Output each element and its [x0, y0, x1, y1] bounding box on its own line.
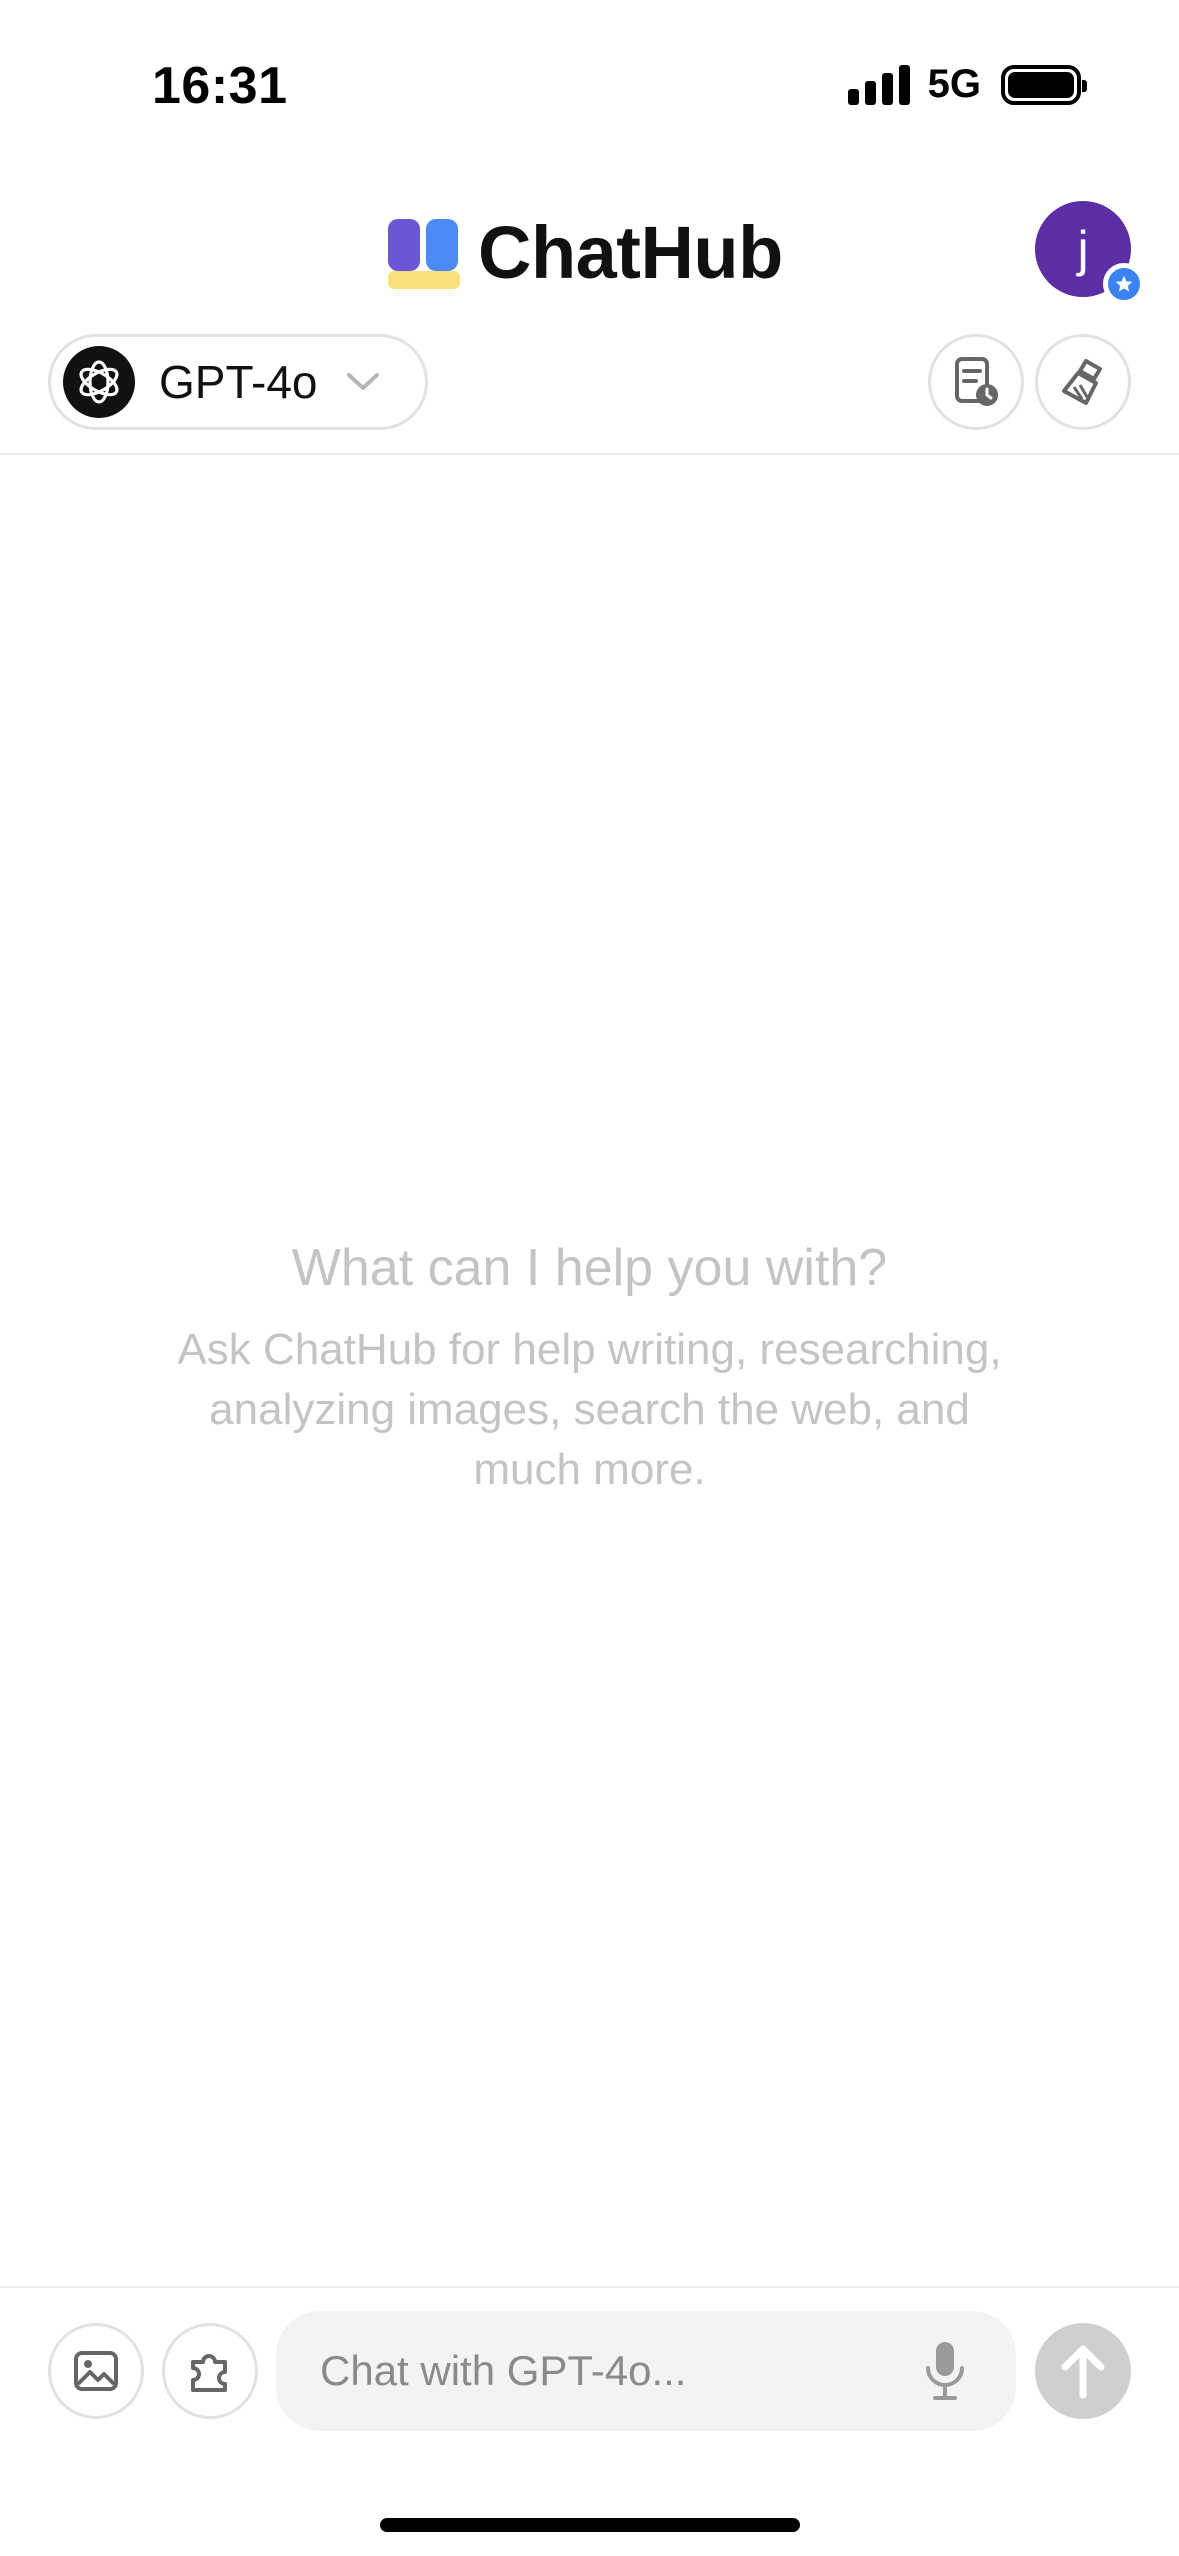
status-indicators: 5G: [847, 62, 1087, 107]
image-icon: [74, 2351, 118, 2391]
star-icon: [1103, 263, 1145, 305]
model-label: GPT-4o: [159, 356, 318, 408]
puzzle-icon: [191, 2354, 227, 2392]
app-logo: ChatHub: [386, 210, 783, 295]
clear-chat-button[interactable]: [1035, 334, 1131, 430]
status-time: 16:31: [152, 57, 288, 115]
chevron-down-icon: [346, 373, 379, 390]
chat-input-container: [276, 2311, 1016, 2431]
header-divider: [0, 453, 1179, 455]
chat-input[interactable]: [320, 2347, 922, 2395]
openai-logo-icon: [63, 346, 135, 418]
attach-image-button[interactable]: [48, 2323, 144, 2419]
chathub-logo-icon: [386, 215, 464, 291]
history-button[interactable]: [928, 334, 1024, 430]
composer-divider: [0, 2286, 1179, 2288]
user-avatar[interactable]: j: [1035, 201, 1145, 305]
plugins-button[interactable]: [162, 2323, 258, 2419]
home-indicator: [380, 2518, 800, 2532]
battery-icon: [1001, 64, 1087, 105]
empty-state: What can I help you with? Ask ChatHub fo…: [0, 1238, 1179, 1500]
history-icon: [955, 357, 998, 406]
avatar-initial: j: [1077, 221, 1089, 277]
signal-icon: [847, 64, 910, 105]
broom-icon: [1062, 359, 1102, 405]
empty-state-title: What can I help you with?: [291, 1239, 888, 1297]
app-screen: 16:31 5G ChatHub j GPT-4o What can I hel…: [0, 0, 1179, 2556]
microphone-icon[interactable]: [922, 2340, 968, 2402]
model-selector[interactable]: GPT-4o: [48, 334, 428, 430]
network-type: 5G: [927, 62, 981, 106]
send-button[interactable]: [1035, 2323, 1131, 2419]
app-name: ChatHub: [478, 211, 783, 294]
empty-state-subtitle: Ask ChatHub for help writing, researchin…: [177, 1325, 1002, 1494]
arrow-up-icon: [1061, 2345, 1105, 2399]
